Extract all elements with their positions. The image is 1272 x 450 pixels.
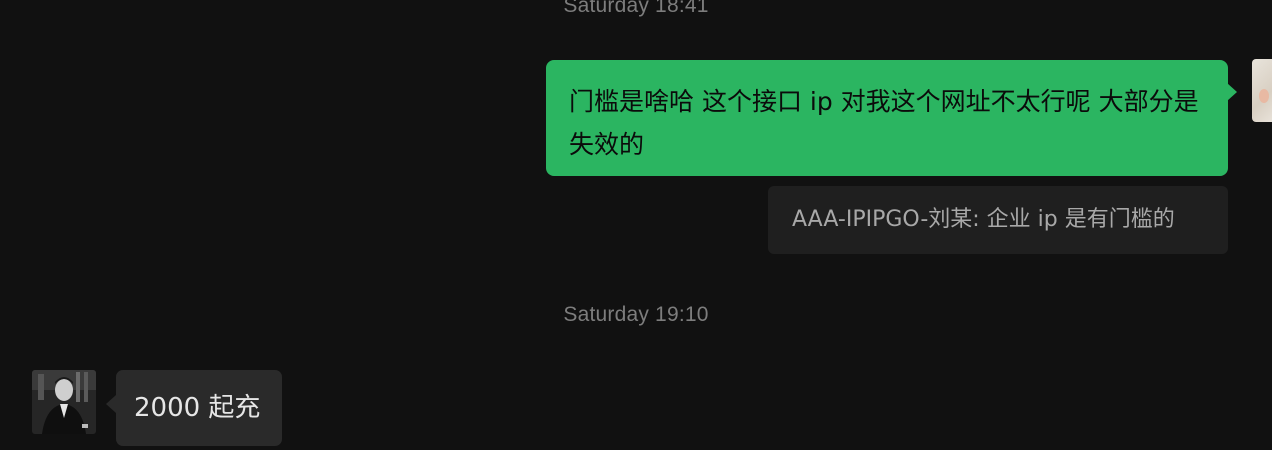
incoming-message-bubble[interactable]: 2000 起充 (116, 370, 282, 446)
contact-avatar[interactable] (32, 370, 96, 434)
self-avatar[interactable] (1252, 59, 1272, 122)
timestamp: Saturday 18:41 (563, 0, 709, 17)
avatar-image (32, 370, 96, 434)
outgoing-message-bubble[interactable]: 门槛是啥哈 这个接口 ip 对我这个网址不太行呢 大部分是失效的 (546, 60, 1228, 176)
message-text: 2000 起充 (134, 393, 261, 423)
avatar-image (1259, 89, 1269, 103)
quoted-reply[interactable]: AAA-IPIPGO-刘某: 企业 ip 是有门槛的 (768, 186, 1228, 254)
quote-text: AAA-IPIPGO-刘某: 企业 ip 是有门槛的 (792, 207, 1175, 232)
chat-window: Saturday 18:41 门槛是啥哈 这个接口 ip 对我这个网址不太行呢 … (0, 0, 1272, 450)
bubble-tail (1227, 83, 1237, 101)
timestamp: Saturday 19:10 (563, 303, 709, 326)
message-text: 门槛是啥哈 这个接口 ip 对我这个网址不太行呢 大部分是失效的 (569, 87, 1199, 159)
bubble-tail (106, 395, 116, 413)
